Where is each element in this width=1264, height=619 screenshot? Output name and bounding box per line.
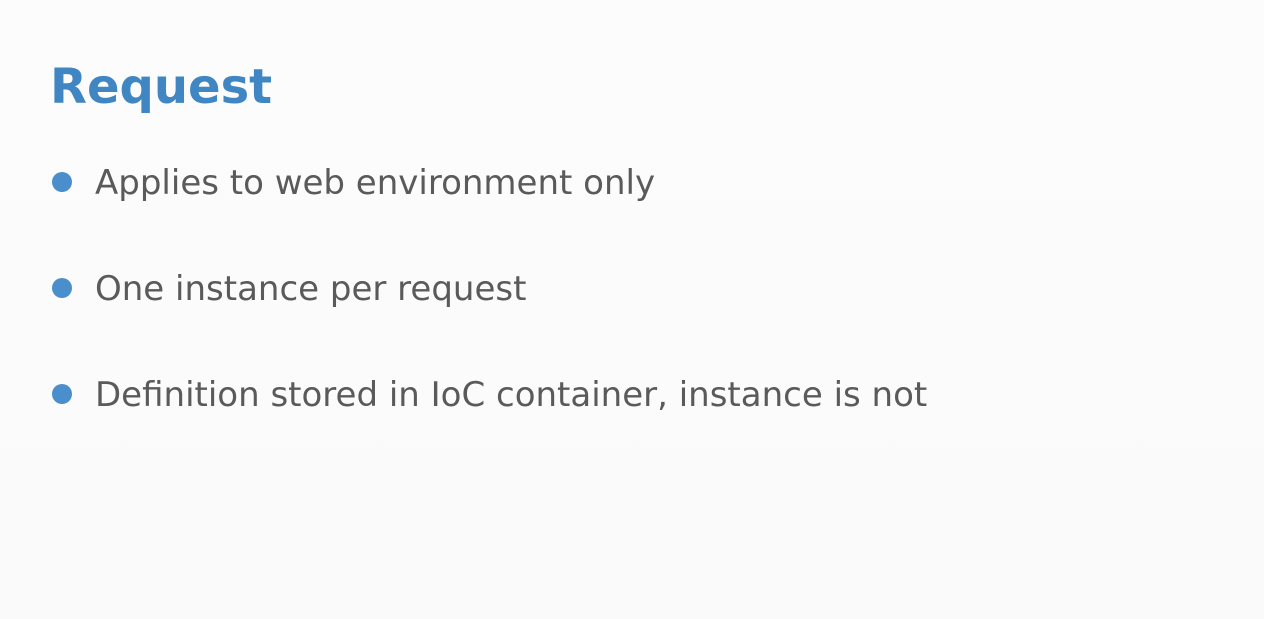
- bullet-dot-icon: [52, 172, 72, 192]
- bullet-list: Applies to web environment only One inst…: [52, 154, 927, 472]
- bullet-dot-icon: [52, 278, 72, 298]
- bullet-item: Definition stored in IoC container, inst…: [52, 366, 927, 472]
- bullet-dot-icon: [52, 384, 72, 404]
- bullet-item: One instance per request: [52, 260, 927, 366]
- slide-title: Request: [50, 59, 273, 115]
- bullet-text: Definition stored in IoC container, inst…: [95, 375, 928, 415]
- slide: Request Applies to web environment only …: [0, 0, 1264, 619]
- bullet-text: Applies to web environment only: [95, 163, 656, 203]
- bullet-text: One instance per request: [95, 269, 527, 309]
- bullet-item: Applies to web environment only: [52, 154, 927, 260]
